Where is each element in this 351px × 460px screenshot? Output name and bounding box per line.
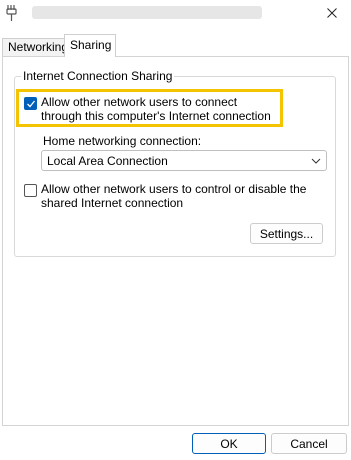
tab-networking[interactable]: Networking [2, 38, 68, 56]
allow-control-checkbox[interactable] [24, 184, 37, 197]
cancel-button[interactable]: Cancel [271, 433, 347, 454]
home-networking-value: Local Area Connection [47, 154, 168, 168]
settings-button[interactable]: Settings... [250, 223, 323, 244]
close-icon [327, 8, 337, 18]
close-button[interactable] [319, 2, 345, 24]
allow-connect-label[interactable]: Allow other network users to connect thr… [41, 95, 281, 123]
home-networking-select[interactable]: Local Area Connection [41, 150, 327, 171]
allow-connect-checkbox[interactable] [24, 97, 37, 110]
group-label: Internet Connection Sharing [21, 69, 175, 83]
chevron-down-icon [311, 158, 321, 164]
tab-sharing[interactable]: Sharing [64, 34, 116, 57]
checkmark-icon [27, 100, 36, 108]
allow-control-label[interactable]: Allow other network users to control or … [41, 182, 311, 210]
tab-strip: Networking Sharing [0, 34, 351, 57]
network-adapter-icon [6, 5, 17, 21]
properties-window: Networking Sharing Internet Connection S… [0, 0, 351, 460]
home-networking-label: Home networking connection: [43, 134, 202, 148]
window-title-redacted [32, 6, 262, 19]
ok-button[interactable]: OK [192, 433, 266, 454]
title-bar [0, 0, 351, 28]
